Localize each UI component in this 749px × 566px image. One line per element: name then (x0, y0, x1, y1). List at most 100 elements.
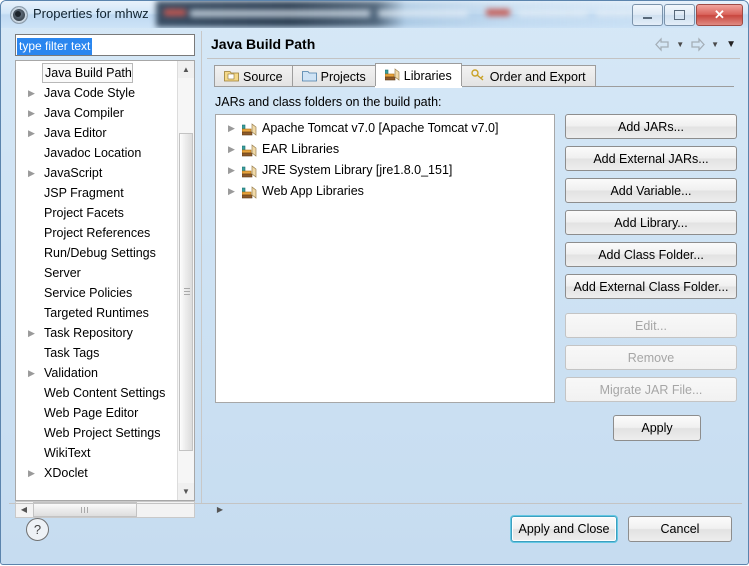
library-item[interactable]: ▶ Web App Libraries (216, 181, 554, 202)
apply-button[interactable]: Apply (613, 415, 701, 441)
tab-label: Projects (320, 69, 366, 84)
sidebar-item-server[interactable]: Server (16, 263, 176, 283)
sidebar-item-label: Javadoc Location (44, 146, 142, 160)
expand-arrow-icon[interactable]: ▶ (228, 139, 235, 160)
minimize-button[interactable] (632, 4, 663, 26)
sidebar-item-run-debug-settings[interactable]: Run/Debug Settings (16, 243, 176, 263)
sidebar-item-javascript[interactable]: ▶ JavaScript (16, 163, 176, 183)
cancel-button[interactable]: Cancel (628, 516, 732, 542)
add-external-jars-button[interactable]: Add External JARs... (565, 146, 737, 171)
expand-arrow-icon[interactable]: ▶ (28, 123, 35, 143)
tab-libraries[interactable]: Libraries (374, 63, 462, 87)
library-item-label: Apache Tomcat v7.0 [Apache Tomcat v7.0] (262, 121, 499, 135)
forward-dropdown-icon[interactable]: ▼ (709, 40, 721, 49)
scroll-up-icon[interactable]: ▲ (178, 61, 194, 78)
filter-input-value: type filter text (17, 38, 93, 55)
sidebar-item-wikitext[interactable]: WikiText (16, 443, 176, 463)
sidebar-item-label: Service Policies (44, 286, 133, 300)
sidebar-item-label: Web Page Editor (44, 406, 139, 420)
sidebar-item-label: Project References (44, 226, 151, 240)
sidebar-item-label: Project Facets (44, 206, 124, 220)
active-tab-cover (374, 86, 462, 88)
sidebar-item-validation[interactable]: ▶ Validation (16, 363, 176, 383)
add-class-folder-button[interactable]: Add Class Folder... (565, 242, 737, 267)
library-actions: Add JARs... Add External JARs... Add Varia… (565, 114, 737, 409)
dialog-body: type filter text Java Build Path ▶ Java Co… (9, 31, 742, 518)
library-item[interactable]: ▶ EAR Libraries (216, 139, 554, 160)
close-button[interactable]: ✕ (696, 4, 743, 26)
window-title: Properties for mhwz (33, 6, 149, 21)
page-menu-icon[interactable]: ▼ (724, 39, 738, 50)
expand-arrow-icon[interactable]: ▶ (28, 363, 35, 383)
tab-label: Libraries (403, 68, 452, 83)
tab-source[interactable]: Source (214, 65, 293, 87)
sidebar-item-project-facets[interactable]: Project Facets (16, 203, 176, 223)
library-item-label: Web App Libraries (262, 184, 364, 198)
add-variable-button[interactable]: Add Variable... (565, 178, 737, 203)
properties-dialog: Properties for mhwz ✕ type filter text J… (0, 0, 749, 565)
help-icon[interactable]: ? (26, 518, 49, 541)
scroll-down-icon[interactable]: ▼ (178, 483, 194, 500)
back-arrow-icon[interactable] (654, 37, 671, 52)
sidebar-item-label: Task Repository (44, 326, 133, 340)
sidebar-item-label: Web Project Settings (44, 426, 161, 440)
expand-arrow-icon[interactable]: ▶ (228, 181, 235, 202)
sidebar-item-label: Task Tags (44, 346, 100, 360)
sidebar-item-label: Web Content Settings (44, 386, 166, 400)
sidebar-item-xdoclet[interactable]: ▶ XDoclet (16, 463, 176, 483)
sidebar-item-java-editor[interactable]: ▶ Java Editor (16, 123, 176, 143)
tree-vertical-scrollbar[interactable]: ▲ ▼ (177, 61, 194, 500)
sidebar-item-targeted-runtimes[interactable]: Targeted Runtimes (16, 303, 176, 323)
expand-arrow-icon[interactable]: ▶ (28, 323, 35, 343)
tab-order-and-export[interactable]: Order and Export (460, 65, 596, 87)
filter-input[interactable]: type filter text (15, 34, 195, 56)
tab-label: Order and Export (489, 69, 586, 84)
library-item[interactable]: ▶ Apache Tomcat v7.0 [Apache Tomcat v7.0] (216, 118, 554, 139)
add-library-button[interactable]: Add Library... (565, 210, 737, 235)
libraries-list[interactable]: ▶ Apache Tomcat v7.0 [Apache Tomcat v7.0]… (215, 114, 555, 403)
sidebar-item-java-code-style[interactable]: ▶ Java Code Style (16, 83, 176, 103)
sidebar-item-label: JSP Fragment (44, 186, 124, 200)
expand-arrow-icon[interactable]: ▶ (228, 118, 235, 139)
sidebar-item-task-tags[interactable]: Task Tags (16, 343, 176, 363)
window-controls: ✕ (631, 4, 743, 26)
expand-arrow-icon[interactable]: ▶ (28, 463, 35, 483)
sidebar-item-jsp-fragment[interactable]: JSP Fragment (16, 183, 176, 203)
expand-arrow-icon[interactable]: ▶ (28, 103, 35, 123)
sidebar-item-web-page-editor[interactable]: Web Page Editor (16, 403, 176, 423)
sidebar-item-service-policies[interactable]: Service Policies (16, 283, 176, 303)
sidebar-item-javadoc-location[interactable]: Javadoc Location (16, 143, 176, 163)
sidebar-item-label: Server (44, 266, 81, 280)
library-item[interactable]: ▶ JRE System Library [jre1.8.0_151] (216, 160, 554, 181)
sidebar-item-java-build-path[interactable]: Java Build Path (16, 63, 176, 83)
migrate-jar-file-button: Migrate JAR File... (565, 377, 737, 402)
sidebar-item-label: WikiText (44, 446, 91, 460)
page-navigation: ▼ ▼ ▼ (654, 37, 738, 52)
library-item-label: JRE System Library [jre1.8.0_151] (262, 163, 453, 177)
settings-tree[interactable]: Java Build Path ▶ Java Code Style ▶ Java Com… (15, 60, 195, 501)
sidebar-item-web-content-settings[interactable]: Web Content Settings (16, 383, 176, 403)
projects-folder-icon (301, 69, 317, 85)
sidebar-item-java-compiler[interactable]: ▶ Java Compiler (16, 103, 176, 123)
sidebar-item-web-project-settings[interactable]: Web Project Settings (16, 423, 176, 443)
apply-and-close-button[interactable]: Apply and Close (511, 516, 617, 542)
tab-projects[interactable]: Projects (291, 65, 376, 87)
list-label: JARs and class folders on the build path… (215, 95, 442, 109)
sidebar-item-label: Run/Debug Settings (44, 246, 156, 260)
tab-label: Source (243, 69, 283, 84)
add-jars-button[interactable]: Add JARs... (565, 114, 737, 139)
expand-arrow-icon[interactable]: ▶ (228, 160, 235, 181)
maximize-button[interactable] (664, 4, 695, 26)
page-title: Java Build Path (211, 36, 316, 52)
sidebar-item-project-references[interactable]: Project References (16, 223, 176, 243)
panel-divider (201, 31, 202, 503)
order-export-key-icon (471, 68, 486, 85)
vertical-scroll-thumb[interactable] (179, 133, 193, 451)
library-books-icon (241, 143, 257, 157)
sidebar-item-task-repository[interactable]: ▶ Task Repository (16, 323, 176, 343)
expand-arrow-icon[interactable]: ▶ (28, 163, 35, 183)
add-external-class-folder-button[interactable]: Add External Class Folder... (565, 274, 737, 299)
back-dropdown-icon[interactable]: ▼ (674, 40, 686, 49)
forward-arrow-icon[interactable] (689, 37, 706, 52)
expand-arrow-icon[interactable]: ▶ (28, 83, 35, 103)
